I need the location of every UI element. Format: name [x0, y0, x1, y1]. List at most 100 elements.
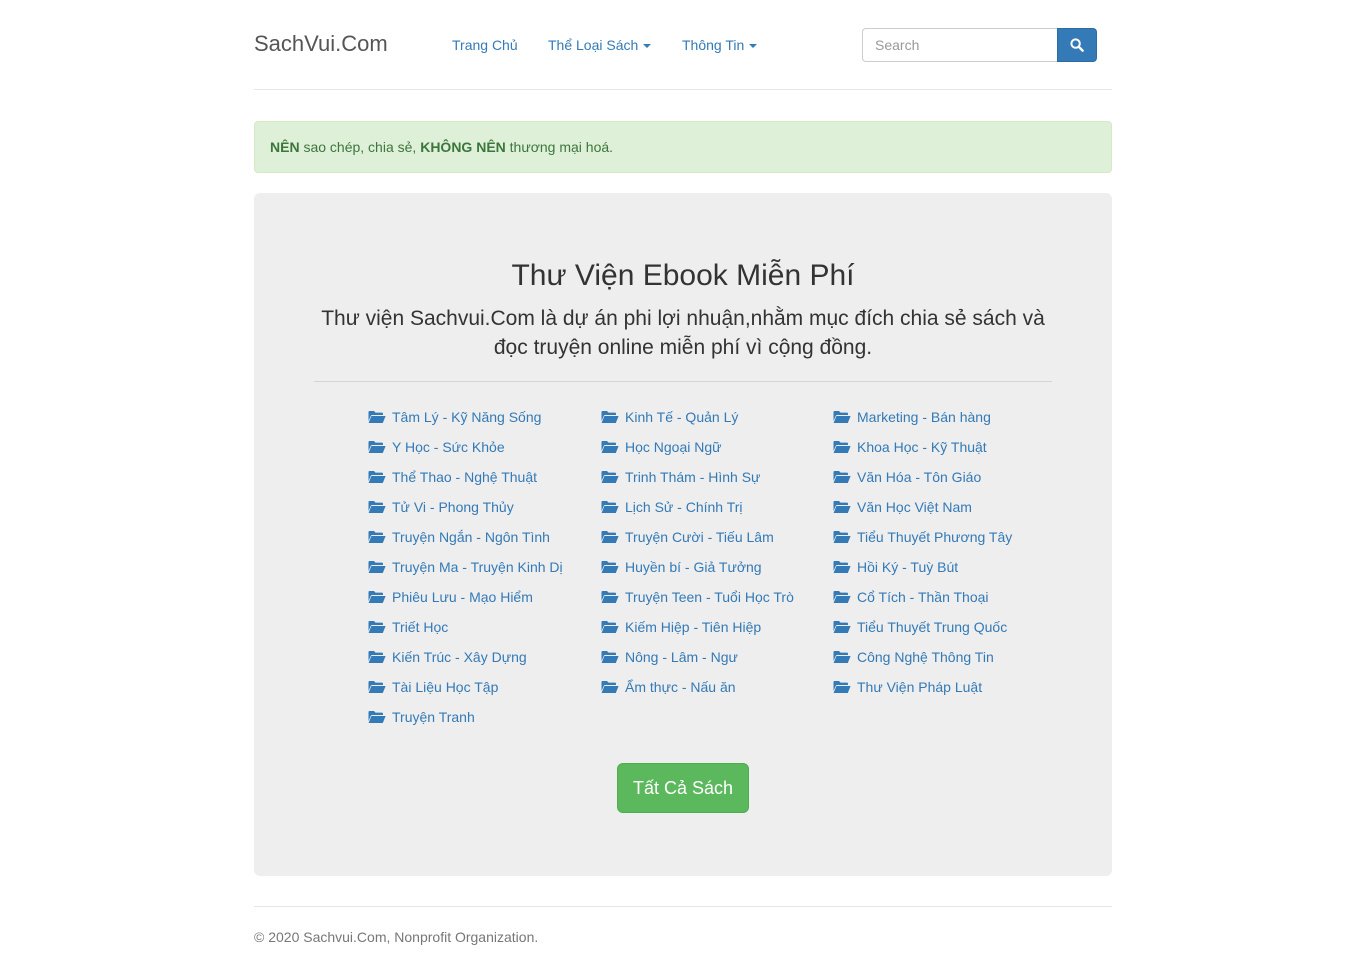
folder-open-icon: [833, 620, 851, 634]
nav-home-label: Trang Chủ: [452, 37, 518, 53]
folder-open-icon: [368, 530, 386, 544]
category-link[interactable]: Tâm Lý - Kỹ Năng Sống: [368, 402, 601, 432]
folder-open-icon: [368, 440, 386, 454]
category-link[interactable]: Phiêu Lưu - Mạo Hiểm: [368, 582, 601, 612]
category-label: Văn Học Việt Nam: [857, 499, 972, 515]
category-label: Ẩm thực - Nấu ăn: [625, 679, 736, 695]
caret-down-icon: [749, 44, 758, 49]
folder-open-icon: [601, 500, 619, 514]
category-label: Marketing - Bán hàng: [857, 409, 991, 425]
category-link[interactable]: Marketing - Bán hàng: [833, 402, 1066, 432]
category-link[interactable]: Kiến Trúc - Xây Dựng: [368, 642, 601, 672]
nav-home[interactable]: Trang Chủ: [452, 36, 518, 54]
category-label: Trinh Thám - Hình Sự: [625, 469, 761, 485]
category-label: Tài Liệu Học Tập: [392, 679, 499, 695]
folder-open-icon: [601, 560, 619, 574]
folder-open-icon: [368, 710, 386, 724]
page-title: Thư Viện Ebook Miễn Phí: [511, 259, 855, 292]
category-link[interactable]: Khoa Học - Kỹ Thuật: [833, 432, 1066, 462]
category-label: Kiến Trúc - Xây Dựng: [392, 649, 527, 665]
category-link[interactable]: Văn Học Việt Nam: [833, 492, 1066, 522]
folder-open-icon: [368, 590, 386, 604]
category-link[interactable]: Tử Vi - Phong Thủy: [368, 492, 601, 522]
category-link[interactable]: Ẩm thực - Nấu ăn: [601, 672, 834, 702]
category-link[interactable]: Kiếm Hiệp - Tiên Hiệp: [601, 612, 834, 642]
category-link[interactable]: Truyện Teen - Tuổi Học Trò: [601, 582, 834, 612]
folder-open-icon: [368, 500, 386, 514]
category-link[interactable]: Trinh Thám - Hình Sự: [601, 462, 834, 492]
category-label: Học Ngoại Ngữ: [625, 439, 722, 455]
page-container: SachVui.Com Trang Chủ Thể Loại Sách Thôn…: [254, 0, 1112, 945]
category-link[interactable]: Công Nghệ Thông Tin: [833, 642, 1066, 672]
category-label: Lịch Sử - Chính Trị: [625, 499, 743, 515]
folder-open-icon: [833, 470, 851, 484]
category-link[interactable]: Thư Viện Pháp Luật: [833, 672, 1066, 702]
category-label: Khoa Học - Kỹ Thuật: [857, 439, 987, 455]
folder-open-icon: [833, 650, 851, 664]
all-books-button[interactable]: Tất Cả Sách: [617, 763, 749, 813]
folder-open-icon: [601, 590, 619, 604]
folder-open-icon: [601, 470, 619, 484]
category-link[interactable]: Văn Hóa - Tôn Giáo: [833, 462, 1066, 492]
brand-logo[interactable]: SachVui.Com: [254, 31, 388, 57]
category-link[interactable]: Truyện Cười - Tiếu Lâm: [601, 522, 834, 552]
category-link[interactable]: Y Học - Sức Khỏe: [368, 432, 601, 462]
search-form: [862, 28, 1097, 62]
folder-open-icon: [601, 650, 619, 664]
category-label: Công Nghệ Thông Tin: [857, 649, 994, 665]
category-label: Phiêu Lưu - Mạo Hiểm: [392, 589, 533, 605]
category-link[interactable]: Triết Học: [368, 612, 601, 642]
category-label: Tâm Lý - Kỹ Năng Sống: [392, 409, 542, 425]
category-link[interactable]: Kinh Tế - Quản Lý: [601, 402, 834, 432]
folder-open-icon: [833, 410, 851, 424]
folder-open-icon: [833, 440, 851, 454]
category-link[interactable]: Nông - Lâm - Ngư: [601, 642, 834, 672]
folder-open-icon: [601, 410, 619, 424]
category-label: Huyền bí - Giả Tưởng: [625, 559, 762, 575]
category-link[interactable]: Hồi Ký - Tuỳ Bút: [833, 552, 1066, 582]
category-link[interactable]: Thể Thao - Nghệ Thuật: [368, 462, 601, 492]
folder-open-icon: [833, 500, 851, 514]
category-label: Tiểu Thuyết Phương Tây: [857, 529, 1013, 545]
category-link[interactable]: Truyện Tranh: [368, 702, 601, 732]
footer-copyright: © 2020 Sachvui.Com, Nonprofit Organizati…: [254, 929, 539, 945]
category-link[interactable]: Truyện Ma - Truyện Kinh Dị: [368, 552, 601, 582]
nav-info-dropdown[interactable]: Thông Tin: [682, 36, 758, 54]
category-label: Kiếm Hiệp - Tiên Hiệp: [625, 619, 762, 635]
category-link[interactable]: Tài Liệu Học Tập: [368, 672, 601, 702]
category-label: Truyện Ngắn - Ngôn Tình: [392, 529, 550, 545]
notice-alert: NÊN sao chép, chia sẻ, KHÔNG NÊN thương …: [254, 121, 1112, 173]
folder-open-icon: [368, 680, 386, 694]
search-input[interactable]: [862, 28, 1057, 62]
category-link[interactable]: Cổ Tích - Thần Thoại: [833, 582, 1066, 612]
category-label: Triết Học: [392, 619, 449, 635]
category-label: Tử Vi - Phong Thủy: [392, 499, 514, 515]
category-label: Truyện Cười - Tiếu Lâm: [625, 529, 774, 545]
folder-open-icon: [833, 560, 851, 574]
category-label: Truyện Ma - Truyện Kinh Dị: [392, 559, 563, 575]
nav-categories-dropdown[interactable]: Thể Loại Sách: [548, 36, 652, 54]
category-link[interactable]: Tiểu Thuyết Trung Quốc: [833, 612, 1066, 642]
page-description: Thư viện Sachvui.Com là dự án phi lợi nh…: [321, 307, 1045, 359]
category-label: Y Học - Sức Khỏe: [392, 439, 505, 455]
folder-open-icon: [368, 470, 386, 484]
nav-categories-label: Thể Loại Sách: [548, 37, 639, 53]
alert-text-2: thương mại hoá.: [505, 139, 614, 155]
category-link[interactable]: Lịch Sử - Chính Trị: [601, 492, 834, 522]
search-icon: [1070, 38, 1084, 52]
search-button[interactable]: [1057, 28, 1097, 62]
category-label: Hồi Ký - Tuỳ Bút: [857, 559, 959, 575]
alert-text-1: sao chép, chia sẻ,: [299, 139, 421, 155]
category-link[interactable]: Huyền bí - Giả Tưởng: [601, 552, 834, 582]
footer-divider: [254, 906, 1112, 907]
alert-strong-deny: KHÔNG NÊN: [420, 139, 506, 155]
category-column-1: Tâm Lý - Kỹ Năng Sống Y Học - Sức Khỏe Thể…: [368, 402, 601, 732]
category-label: Truyện Teen - Tuổi Học Trò: [625, 589, 794, 605]
folder-open-icon: [368, 620, 386, 634]
category-label: Kinh Tế - Quản Lý: [625, 409, 739, 425]
divider: [314, 381, 1052, 382]
category-link[interactable]: Học Ngoại Ngữ: [601, 432, 834, 462]
category-link[interactable]: Truyện Ngắn - Ngôn Tình: [368, 522, 601, 552]
caret-down-icon: [643, 44, 652, 49]
category-link[interactable]: Tiểu Thuyết Phương Tây: [833, 522, 1066, 552]
